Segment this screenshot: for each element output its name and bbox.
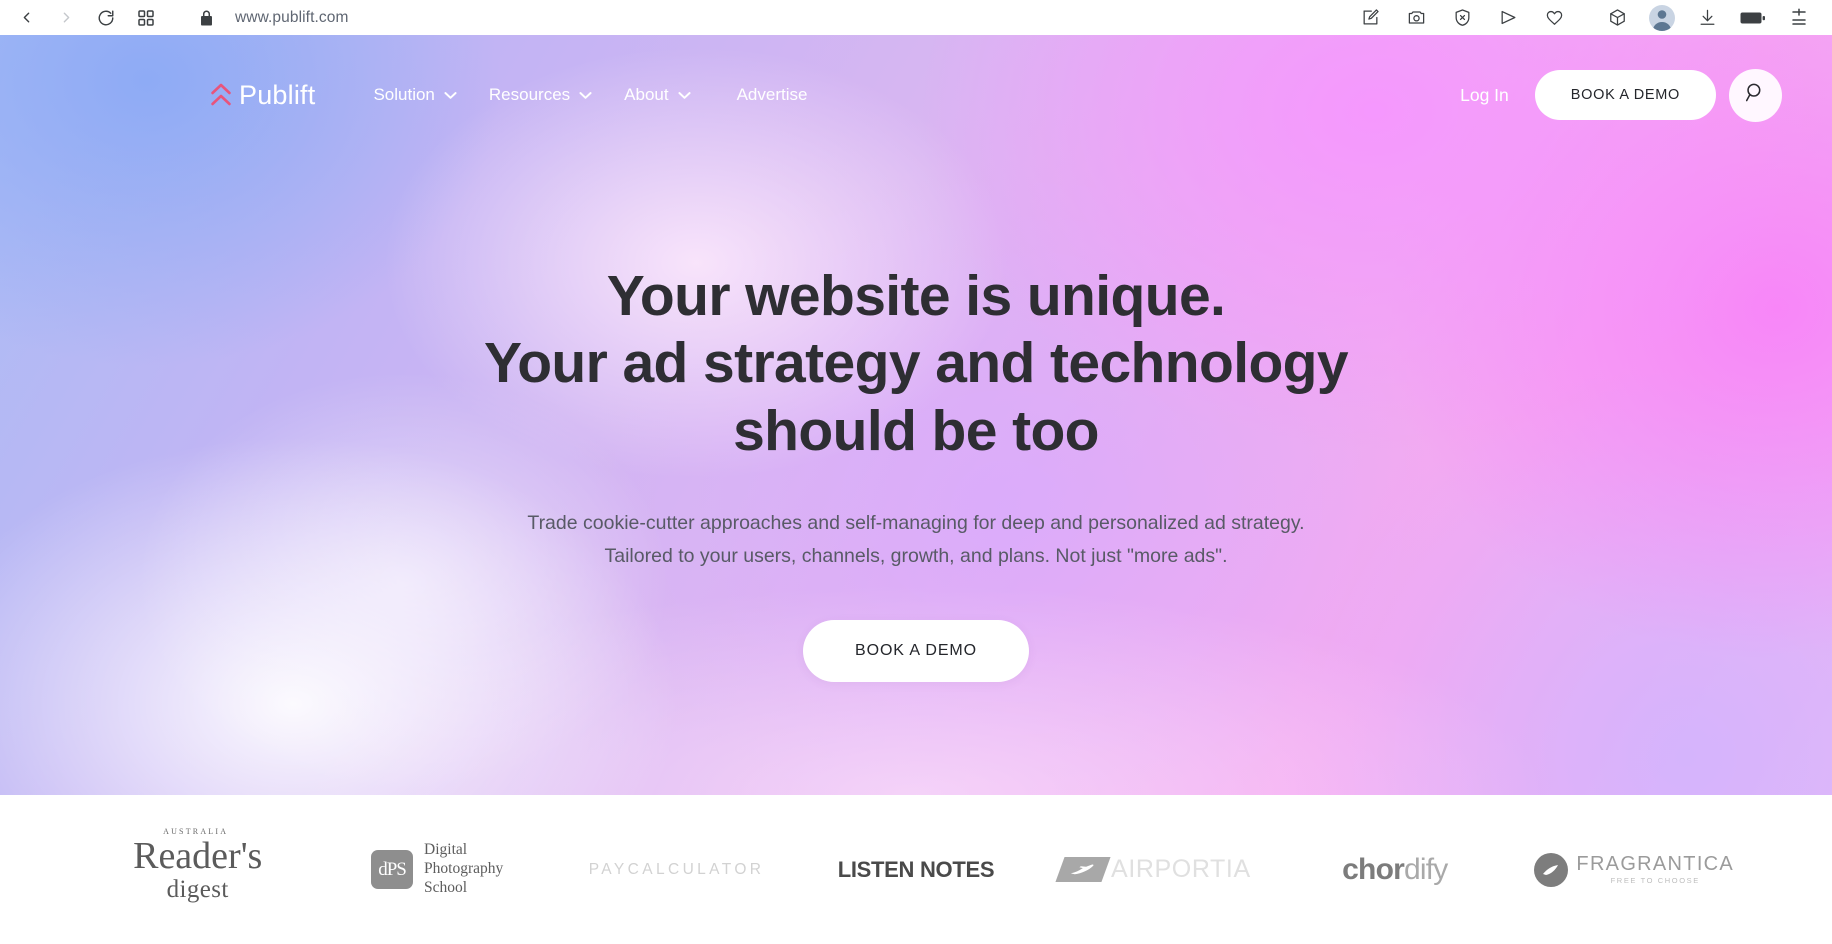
listen-notes-wordmark: LISTEN NOTES [837,856,995,882]
nav-item-solution[interactable]: Solution [357,77,472,113]
airportia-plane-icon [1055,857,1111,882]
site-navigation: Publift Solution Resources About Adverti… [0,35,1832,155]
heart-favorite-icon[interactable] [1540,4,1568,32]
fragrantica-wordmark: FRAGRANTICA [1576,853,1735,876]
nav-item-label: Advertise [736,85,808,104]
forward-icon[interactable] [46,2,86,34]
hero-title-line-3: should be too [733,398,1099,463]
book-a-demo-nav-button[interactable]: BOOK A DEMO [1534,70,1716,120]
page-title: Your website is unique. Your ad strategy… [356,263,1476,465]
camera-screenshot-icon[interactable] [1402,4,1430,32]
partner-logo-strip: AUSTRALIA Reader's digest dPS Digital Ph… [0,795,1832,944]
profile-avatar-icon[interactable] [1649,4,1675,31]
search-button[interactable] [1729,68,1782,122]
hero-content: Your website is unique. Your ad strategy… [0,155,1832,682]
url-text: www.publift.com [235,8,349,26]
chevron-down-icon [678,91,691,100]
logo-airportia[interactable]: AIRPORTIA [1036,795,1275,944]
double-chevron-up-icon [210,82,232,108]
nav-item-advertise[interactable]: Advertise [721,77,824,113]
cube-extensions-icon[interactable] [1603,4,1631,32]
chevron-down-icon [444,91,457,100]
grid-apps-icon[interactable] [126,2,166,34]
nav-item-label: Resources [488,85,571,104]
book-a-demo-hero-button[interactable]: BOOK A DEMO [803,619,1029,682]
edit-page-icon[interactable] [1356,4,1384,32]
logo-chordify[interactable]: chordify [1275,795,1514,944]
hero-subtitle-line-2: Tailored to your users, channels, growth… [604,545,1228,568]
dps-line-2: Photography [424,860,504,878]
shield-block-icon[interactable] [1448,4,1476,32]
hero-title-line-2: Your ad strategy and technology [484,331,1349,396]
nav-links: Solution Resources About Advertise [357,77,823,113]
logo-listen-notes[interactable]: LISTEN NOTES [796,795,1035,944]
download-icon[interactable] [1693,4,1721,32]
publift-logo[interactable]: Publift [210,80,315,111]
battery-icon[interactable] [1739,4,1767,32]
logo-fragrantica[interactable]: FRAGRANTICA FREE TO CHOOSE [1515,795,1754,944]
nav-item-label: Solution [373,85,435,104]
fragrantica-mark-icon [1534,852,1569,887]
browser-nav-buttons [6,2,166,34]
browser-toolbar-icons [1347,4,1822,32]
logo-readers-digest[interactable]: AUSTRALIA Reader's digest [78,795,317,944]
reload-icon[interactable] [86,2,126,34]
hero-title-line-1: Your website is unique. [606,264,1226,328]
hero-subtitle-line-1: Trade cookie-cutter approaches and self-… [527,511,1305,534]
logo-paycalculator[interactable]: PAYCALCULATOR [557,795,796,944]
readers-digest-line-1: Reader's [133,835,263,877]
chevron-down-icon [579,91,592,100]
login-link[interactable]: Log In [1460,85,1509,106]
nav-item-about[interactable]: About [608,77,706,113]
chordify-bold-part: chor [1342,852,1405,886]
dps-line-1: Digital [424,841,468,859]
paycalculator-wordmark: PAYCALCULATOR [588,860,765,878]
send-share-icon[interactable] [1494,4,1522,32]
search-icon [1745,82,1766,108]
hero-subtitle: Trade cookie-cutter approaches and self-… [0,507,1832,574]
readers-digest-line-2: digest [166,876,229,903]
readers-digest-superscript: AUSTRALIA [163,827,229,836]
browser-toolbar: www.publift.com [0,0,1832,35]
fragrantica-tagline: FREE TO CHOOSE [1610,876,1700,886]
dps-line-3: School [424,878,468,896]
padlock-icon [200,9,213,26]
back-icon[interactable] [6,2,46,34]
airportia-wordmark: AIRPORTIA [1111,855,1251,883]
hero-section: Publift Solution Resources About Adverti… [0,35,1832,795]
menu-more-icon[interactable] [1785,4,1813,32]
address-bar[interactable]: www.publift.com [200,9,348,27]
chordify-light-part: dify [1403,852,1448,886]
nav-right-actions: Log In BOOK A DEMO [1460,68,1782,122]
logo-digital-photography-school[interactable]: dPS Digital Photography School [317,795,556,944]
brand-name: Publift [239,79,316,110]
nav-item-resources[interactable]: Resources [473,77,608,113]
dps-mark-icon: dPS [371,850,414,889]
nav-item-label: About [624,85,669,104]
